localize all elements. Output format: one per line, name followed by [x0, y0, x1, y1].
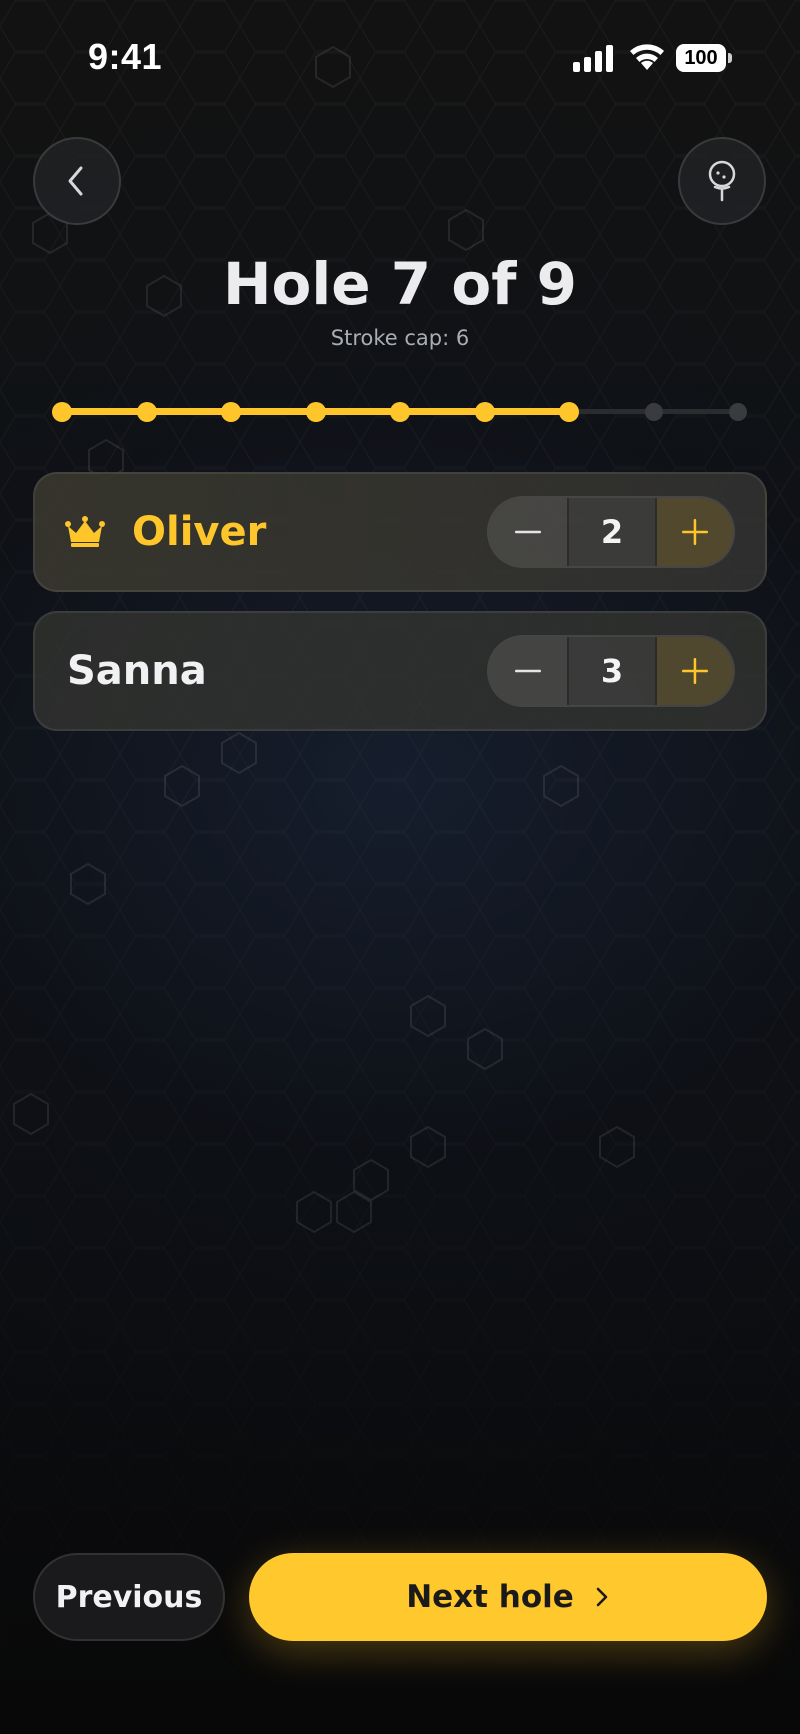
- progress-dot-hole-4: [305, 402, 326, 422]
- decrement-button[interactable]: [489, 637, 567, 705]
- player-card: Sanna 3: [33, 611, 767, 731]
- progress-dot-hole-3: [221, 402, 241, 422]
- progress-dot-hole-7: [559, 402, 579, 422]
- player-name: Sanna: [67, 648, 207, 694]
- increment-button[interactable]: [657, 637, 733, 705]
- chevron-left-icon: [68, 166, 83, 196]
- score-value: 3: [567, 637, 657, 705]
- progress-dot-hole-2: [136, 402, 157, 422]
- back-button[interactable]: [33, 137, 121, 225]
- player-name: Oliver: [132, 509, 267, 555]
- battery-level: 100: [676, 44, 726, 72]
- next-hole-label: Next hole: [406, 1579, 574, 1615]
- previous-label: Previous: [55, 1579, 203, 1615]
- status-bar: 9:41 100: [0, 0, 800, 118]
- golf-ball-tee-icon: [708, 160, 736, 202]
- chevron-right-icon: [596, 1587, 608, 1607]
- battery-icon: 100: [676, 44, 732, 72]
- score-stepper: 2: [487, 496, 735, 568]
- page-title: Hole 7 of 9: [223, 250, 577, 318]
- signal-icon: [573, 45, 613, 72]
- minus-icon: [515, 530, 541, 534]
- player-card: Oliver 2: [33, 472, 767, 592]
- score-stepper: 3: [487, 635, 735, 707]
- wifi-icon: [630, 44, 664, 70]
- progress-dot-hole-9: [729, 403, 747, 421]
- status-time: 9:41: [88, 36, 163, 77]
- next-hole-button[interactable]: Next hole: [249, 1553, 767, 1641]
- progress-dot-hole-6: [474, 402, 495, 422]
- progress-dot-hole-5: [390, 402, 410, 422]
- stroke-cap-label: Stroke cap: 6: [330, 326, 470, 350]
- previous-button[interactable]: Previous: [33, 1553, 225, 1641]
- minus-icon: [515, 669, 541, 673]
- score-value: 2: [567, 498, 657, 566]
- increment-button[interactable]: [657, 498, 733, 566]
- plus-icon: [682, 658, 708, 684]
- decrement-button[interactable]: [489, 498, 567, 566]
- crown-icon: [65, 516, 105, 547]
- golf-ball-button[interactable]: [678, 137, 766, 225]
- progress-dot-hole-1: [52, 402, 72, 422]
- plus-icon: [682, 519, 708, 545]
- progress-dot-hole-8: [644, 403, 663, 421]
